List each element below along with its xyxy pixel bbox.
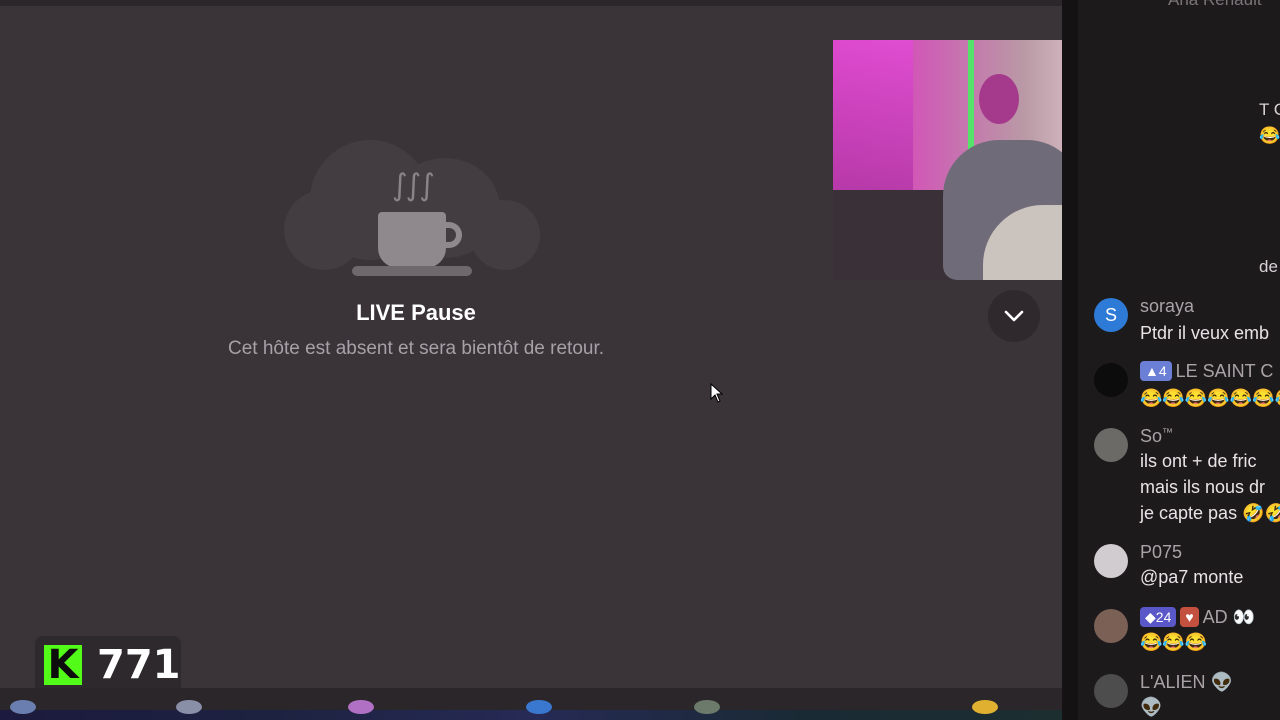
- chat-fragment: T C: [1259, 100, 1280, 119]
- gift-icon[interactable]: [972, 700, 998, 714]
- gift-icon[interactable]: [10, 700, 36, 714]
- chat-message-text: mais ils nous dr: [1140, 477, 1266, 497]
- chat-message-text: 👽: [1140, 697, 1163, 717]
- gift-icon[interactable]: [526, 700, 552, 714]
- chat-username[interactable]: AD 👀: [1203, 607, 1255, 627]
- heart-badge: ♥: [1180, 607, 1199, 627]
- chat-username[interactable]: So: [1140, 426, 1162, 446]
- chat-fragment: 😂: [1259, 126, 1280, 145]
- chat-username[interactable]: L'ALIEN 👽: [1140, 672, 1233, 693]
- subscriber-badge: ▲4: [1140, 361, 1172, 381]
- chat-message-text: je capte pas 🤣🤣: [1140, 503, 1280, 523]
- pause-subtitle: Cet hôte est absent et sera bientôt de r…: [227, 338, 605, 359]
- avatar[interactable]: [1094, 609, 1128, 643]
- avatar[interactable]: S: [1094, 298, 1128, 332]
- avatar[interactable]: [1094, 363, 1128, 397]
- chat-divider: [1062, 0, 1078, 720]
- chat-partial-username: Ana Renault: [1168, 0, 1262, 10]
- chat-message-text: ils ont + de fric: [1140, 451, 1257, 471]
- subscriber-badge: ◆24: [1140, 607, 1177, 627]
- avatar[interactable]: [1094, 544, 1128, 578]
- gift-icon[interactable]: [694, 700, 720, 714]
- diamond-icon: ◆: [1145, 609, 1156, 625]
- heart-icon: ♥: [1185, 609, 1194, 625]
- pause-title: LIVE Pause: [356, 300, 476, 325]
- mouse-cursor-icon: [710, 383, 724, 403]
- kick-logo-icon: K: [44, 645, 82, 685]
- chat-message-text: Ptdr il veux emb: [1140, 323, 1270, 343]
- chat-message-text: 😂😂😂: [1140, 632, 1208, 652]
- steam-icon: ∫∫∫: [392, 168, 435, 203]
- chat-message-text: 😂😂😂😂😂😂😂: [1140, 388, 1280, 408]
- chat-username[interactable]: P075: [1140, 542, 1182, 563]
- collapse-button[interactable]: [988, 290, 1040, 342]
- avatar[interactable]: [1094, 674, 1128, 708]
- chat-message-text: @pa7 monte: [1140, 567, 1244, 587]
- triangle-icon: ▲: [1145, 363, 1159, 379]
- viewer-count: 771: [97, 642, 181, 688]
- chat-username[interactable]: soraya: [1140, 296, 1194, 317]
- coffee-cloud-illustration: ∫∫∫: [280, 130, 550, 290]
- chevron-down-icon: [1004, 310, 1024, 322]
- chat-username[interactable]: LE SAINT C: [1176, 361, 1274, 381]
- coffee-cup-icon: [378, 212, 446, 268]
- viewer-counter: K 771: [35, 636, 181, 694]
- gift-icon[interactable]: [348, 700, 374, 714]
- gift-bar: [0, 688, 1062, 720]
- chat-fragment: de: [1259, 257, 1278, 276]
- avatar[interactable]: [1094, 428, 1128, 462]
- gift-icon[interactable]: [176, 700, 202, 714]
